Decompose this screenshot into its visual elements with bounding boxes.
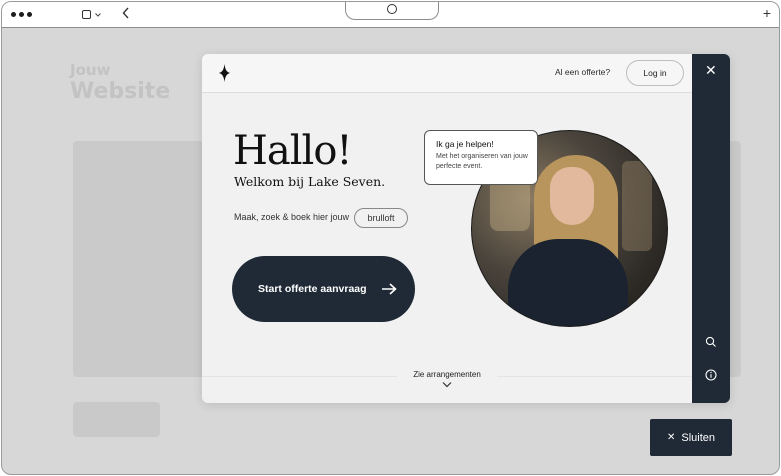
close-widget-label: Sluiten <box>681 431 716 444</box>
greeting-heading: Hallo! <box>233 128 352 174</box>
start-quote-label: Start offerte aanvraag <box>258 283 367 295</box>
quote-prompt: Al een offerte? <box>555 67 611 77</box>
speech-bubble: Ik ga je helpen! Met het organiseren van… <box>424 130 538 185</box>
tab-square-icon <box>82 10 91 19</box>
plus-icon[interactable]: + <box>763 6 771 20</box>
booking-widget: Al een offerte? Log in ✕ Hallo! Welkom b… <box>202 54 730 403</box>
window-dot[interactable] <box>11 12 16 17</box>
window-controls[interactable] <box>11 12 32 17</box>
window-dot[interactable] <box>19 12 24 17</box>
search-prompt: Maak, zoek & boek hier jouw <box>234 212 350 222</box>
site-title-line2: Website <box>70 79 171 104</box>
close-widget-button[interactable]: ✕ Sluiten <box>650 419 732 456</box>
browser-toolbar: + <box>2 2 779 28</box>
diamond-star-icon <box>219 64 230 82</box>
see-arrangements-link[interactable]: Zie arrangementen <box>397 370 497 388</box>
close-icon[interactable]: ✕ <box>705 63 717 77</box>
see-arrangements-label: Zie arrangementen <box>413 370 481 379</box>
event-type-chip[interactable]: brulloft <box>354 208 408 228</box>
login-button[interactable]: Log in <box>626 60 684 86</box>
widget-header: Al een offerte? Log in <box>202 54 692 93</box>
site-button-placeholder <box>73 402 160 437</box>
chevron-down-icon <box>442 382 452 388</box>
search-icon[interactable] <box>705 336 717 348</box>
address-notch <box>345 2 439 20</box>
tab-switcher[interactable] <box>82 10 101 19</box>
start-quote-button[interactable]: Start offerte aanvraag <box>232 256 415 322</box>
chevron-down-icon <box>95 12 101 17</box>
side-rail: ✕ <box>692 54 730 403</box>
chevron-left-icon[interactable] <box>122 7 130 19</box>
close-icon: ✕ <box>666 432 676 443</box>
window-dot[interactable] <box>27 12 32 17</box>
site-title-line1: Jouw <box>70 61 111 79</box>
bubble-title: Ik ga je helpen! <box>436 139 494 149</box>
camera-icon <box>387 4 397 14</box>
bubble-text: Met het organiseren van jouw perfecte ev… <box>436 153 528 171</box>
welcome-subtitle: Welkom bij Lake Seven. <box>234 174 386 189</box>
info-icon[interactable] <box>705 369 717 381</box>
site-logo: Jouw Website <box>70 63 170 103</box>
arrow-right-icon <box>381 283 397 295</box>
